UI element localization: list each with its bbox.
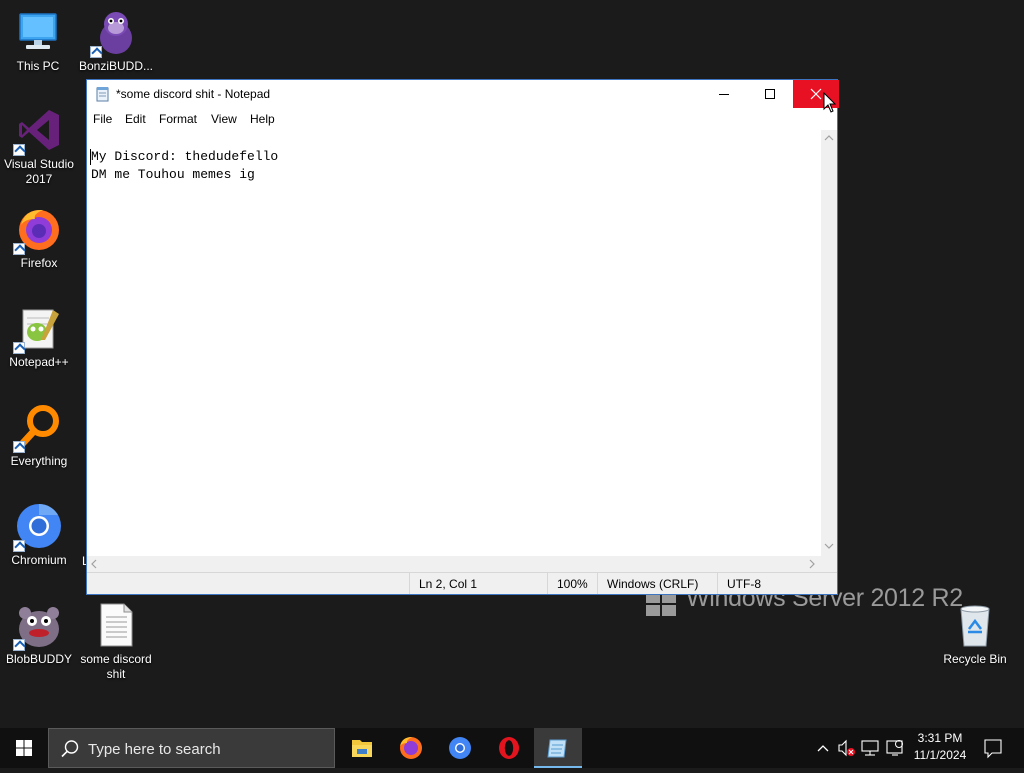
menu-bar: File Edit Format View Help [87, 108, 837, 130]
desktop-icon-firefox[interactable]: Firefox [1, 205, 77, 271]
chromium-icon [13, 502, 63, 552]
window-title: *some discord shit - Notepad [116, 87, 271, 101]
text-line-1[interactable]: My Discord: thedudefello [91, 148, 278, 166]
taskbar: Type here to search 3:31 PM 11/1/2024 [0, 728, 1024, 768]
desktop-icon-this-pc[interactable]: This PC [0, 8, 76, 74]
taskbar-file-explorer[interactable] [338, 728, 386, 768]
notifications-button[interactable] [978, 728, 1010, 768]
minimize-icon [719, 94, 729, 95]
notepad-plus-plus-icon [13, 304, 63, 354]
status-zoom: 100% [547, 573, 598, 594]
text-caret [90, 149, 91, 165]
status-encoding: UTF-8 [717, 573, 836, 594]
volume-button[interactable] [835, 728, 857, 768]
menu-help[interactable]: Help [250, 112, 275, 126]
line-endings-text: Windows (CRLF) [607, 577, 699, 591]
search-icon [61, 740, 79, 758]
notepad-icon [547, 739, 567, 758]
notepad-app-icon[interactable] [95, 86, 111, 102]
minimize-button[interactable] [701, 80, 747, 108]
desktop-icon-label: BlobBUDDY [5, 652, 73, 666]
text-document-icon [92, 601, 140, 649]
windows-logo-icon [646, 592, 676, 616]
action-center-status-button[interactable] [883, 728, 907, 768]
shortcut-arrow-icon [13, 441, 25, 453]
folder-icon [352, 740, 372, 757]
shortcut-arrow-icon [13, 144, 25, 156]
zoom-text: 100% [557, 577, 588, 591]
status-cursor-position: Ln 2, Col 1 [409, 573, 548, 594]
chromium-icon [449, 737, 471, 759]
desktop-icon-label: Everything [10, 454, 68, 468]
desktop-icon-label: Recycle Bin [943, 652, 1007, 666]
desktop-icon-label: Notepad++ [9, 355, 69, 369]
taskbar-notepad[interactable] [534, 728, 582, 768]
title-bar[interactable]: *some discord shit - Notepad [87, 80, 839, 108]
system-clock[interactable]: 3:31 PM 11/1/2024 [908, 730, 972, 764]
speaker-muted-icon [838, 739, 855, 757]
display-settings-icon [886, 740, 903, 756]
status-line-endings: Windows (CRLF) [597, 573, 718, 594]
notepad-window[interactable]: *some discord shit - Notepad File Edit F… [86, 79, 839, 595]
chevron-up-icon [817, 745, 829, 752]
taskbar-opera[interactable] [485, 728, 533, 768]
menu-format[interactable]: Format [159, 112, 197, 126]
cursor-position-text: Ln 2, Col 1 [419, 577, 478, 591]
desktop-icon-blobbuddy[interactable]: BlobBUDDY [1, 601, 77, 667]
shortcut-arrow-icon [13, 639, 25, 651]
scroll-arrows-icon [824, 135, 834, 549]
desktop-icon-label: some discord shit [80, 652, 152, 681]
search-placeholder: Type here to search [88, 741, 221, 758]
shortcut-arrow-icon [13, 342, 25, 354]
firefox-icon [400, 737, 422, 759]
network-icon [861, 740, 879, 756]
encoding-text: UTF-8 [727, 577, 761, 591]
taskbar-search-box[interactable]: Type here to search [48, 728, 335, 768]
notification-bubble-icon [984, 739, 1002, 759]
maximize-icon [765, 89, 775, 99]
mouse-pointer-icon [823, 92, 837, 113]
scroll-arrows-icon [91, 559, 815, 569]
status-bar: Ln 2, Col 1 100% Windows (CRLF) UTF-8 [87, 572, 837, 594]
desktop-icon-everything[interactable]: Everything [1, 403, 77, 469]
shortcut-arrow-icon [13, 540, 25, 552]
network-button[interactable] [858, 728, 882, 768]
desktop-icon-label: Visual Studio 2017 [4, 157, 74, 186]
purple-gorilla-icon [90, 8, 140, 58]
vertical-scrollbar[interactable] [821, 130, 837, 556]
visual-studio-icon [13, 106, 63, 156]
show-hidden-icons-button[interactable] [812, 728, 834, 768]
taskbar-chromium[interactable] [436, 728, 484, 768]
desktop-icon-bonzibuddy[interactable]: BonziBUDD... [78, 8, 154, 74]
firefox-icon [13, 205, 63, 255]
blob-creature-icon [13, 601, 63, 651]
start-button[interactable] [0, 728, 48, 768]
desktop-icon-visual-studio[interactable]: Visual Studio 2017 [1, 106, 77, 187]
taskbar-firefox[interactable] [387, 728, 435, 768]
clock-date: 11/1/2024 [913, 748, 967, 762]
maximize-button[interactable] [747, 80, 793, 108]
text-line-2[interactable]: DM me Touhou memes ig [91, 166, 255, 184]
desktop-icon-label: This PC [16, 59, 60, 73]
desktop-icon-notepad-plus-plus[interactable]: Notepad++ [1, 304, 77, 370]
shortcut-arrow-icon [13, 243, 25, 255]
windows-logo-icon [16, 740, 32, 756]
horizontal-scrollbar[interactable] [87, 556, 821, 572]
shortcut-arrow-icon [90, 46, 102, 58]
menu-file[interactable]: File [93, 112, 112, 126]
magnifier-search-icon [13, 403, 63, 453]
desktop-icon-text-file[interactable]: some discord shit [78, 601, 154, 682]
scrollbar-corner [821, 556, 837, 572]
desktop-icon-label: BonziBUDD... [78, 59, 154, 73]
menu-edit[interactable]: Edit [125, 112, 146, 126]
desktop-icon-chromium[interactable]: Chromium [1, 502, 77, 568]
opera-icon [499, 737, 519, 759]
clock-time: 3:31 PM [917, 731, 963, 745]
text-editor-area[interactable]: My Discord: thedudefello DM me Touhou me… [87, 130, 821, 556]
menu-view[interactable]: View [211, 112, 237, 126]
computer-icon [14, 8, 62, 56]
desktop-icon-label: Chromium [11, 553, 67, 567]
desktop-icon-label: Firefox [20, 256, 58, 270]
